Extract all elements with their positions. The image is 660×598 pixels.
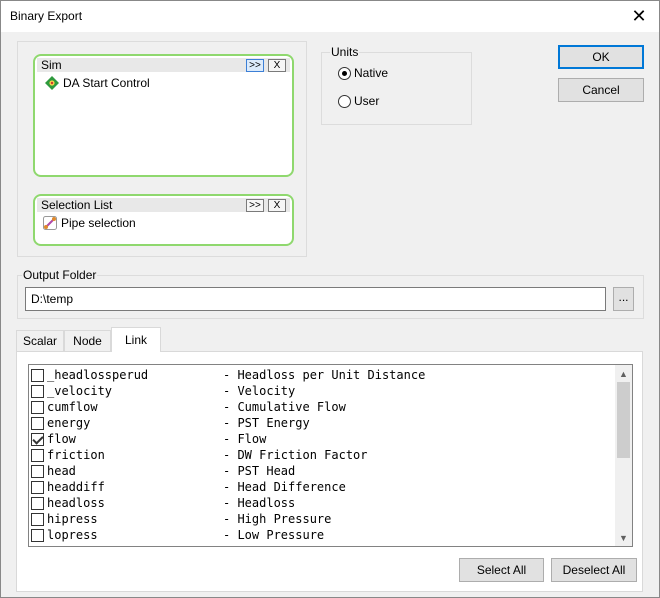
select-all-button[interactable]: Select All [459, 558, 544, 582]
scroll-up-icon[interactable]: ▲ [615, 365, 632, 382]
list-item[interactable]: _velocity - Velocity [31, 383, 295, 399]
field-name: headloss [47, 496, 105, 510]
tab-link[interactable]: Link [111, 327, 161, 352]
link-tab-panel: _headlossperud - Headloss per Unit Distan… [16, 351, 643, 592]
checkbox[interactable] [31, 368, 44, 382]
close-icon[interactable]: ✕ [619, 1, 659, 32]
field-desc: - PST Energy [223, 416, 310, 430]
field-name: head [47, 464, 76, 478]
window-title: Binary Export [10, 9, 83, 23]
field-desc: - Cumulative Flow [223, 400, 346, 414]
selection-list-box[interactable]: Selection List >> X Pipe selection [33, 194, 294, 246]
field-desc: - Head Difference [223, 480, 346, 494]
selection-expand-button[interactable]: >> [246, 199, 264, 212]
list-item[interactable]: headloss - Headloss [31, 495, 295, 511]
scroll-thumb[interactable] [617, 382, 630, 458]
list-item[interactable]: headdiff - Head Difference [31, 479, 346, 495]
checkbox[interactable] [31, 448, 44, 462]
selection-remove-button[interactable]: X [268, 199, 286, 212]
cancel-button[interactable]: Cancel [558, 78, 644, 102]
native-radio-dot[interactable] [338, 66, 351, 80]
field-desc: - Low Pressure [223, 528, 325, 542]
output-folder-label: Output Folder [22, 268, 98, 282]
field-name: hipress [47, 512, 98, 526]
ok-button[interactable]: OK [558, 45, 644, 69]
field-name: flow [47, 432, 76, 446]
sim-remove-button[interactable]: X [268, 59, 286, 72]
native-radio-label: Native [354, 66, 389, 80]
field-name: energy [47, 416, 91, 430]
field-name: _velocity [47, 384, 113, 398]
field-name: cumflow [47, 400, 98, 414]
units-native-radio[interactable]: Native [338, 66, 388, 80]
binary-export-dialog: Binary Export ✕ Sim >> X DA Start Contro… [0, 0, 660, 598]
units-group [321, 52, 472, 125]
selection-item-label: Pipe selection [61, 216, 136, 230]
checkbox[interactable] [31, 496, 44, 510]
checkbox-checked[interactable] [31, 432, 44, 446]
field-name: headdiff [47, 480, 105, 494]
sim-item-label: DA Start Control [63, 76, 150, 90]
field-desc: - DW Friction Factor [223, 448, 368, 462]
deselect-all-button[interactable]: Deselect All [551, 558, 637, 582]
browse-button[interactable]: ... [613, 287, 634, 311]
sim-expand-button[interactable]: >> [246, 59, 264, 72]
sim-item[interactable]: DA Start Control [45, 76, 150, 90]
tab-node[interactable]: Node [64, 330, 111, 351]
field-name: _headlossperud [47, 368, 149, 382]
checkbox[interactable] [31, 528, 44, 542]
list-item[interactable]: lopress - Low Pressure [31, 527, 324, 543]
field-checklist[interactable]: _headlossperud - Headloss per Unit Distan… [28, 364, 633, 547]
list-item[interactable]: energy - PST Energy [31, 415, 310, 431]
field-name: friction [47, 448, 105, 462]
user-radio-dot[interactable] [338, 94, 351, 108]
field-desc: - Velocity [223, 384, 296, 398]
sim-scenario-icon [45, 76, 59, 90]
list-scrollbar[interactable]: ▲ ▼ [615, 365, 632, 546]
list-item[interactable]: friction - DW Friction Factor [31, 447, 368, 463]
tab-link-label: Link [124, 333, 147, 347]
tab-node-label: Node [73, 334, 102, 348]
field-desc: - Headloss [223, 496, 296, 510]
field-name: lopress [47, 528, 98, 542]
field-desc: - PST Head [223, 464, 296, 478]
sim-box[interactable]: Sim >> X DA Start Control [33, 54, 294, 177]
selection-box-title: Selection List [41, 198, 113, 212]
selection-item[interactable]: Pipe selection [43, 216, 136, 230]
checkbox[interactable] [31, 384, 44, 398]
tab-scalar-label: Scalar [22, 334, 57, 348]
units-title: Units [330, 45, 360, 59]
checkbox[interactable] [31, 464, 44, 478]
field-desc: - High Pressure [223, 512, 332, 526]
units-user-radio[interactable]: User [338, 94, 379, 108]
user-radio-label: User [354, 94, 380, 108]
list-item[interactable]: head - PST Head [31, 463, 295, 479]
sim-box-header: Sim >> X [37, 58, 290, 72]
sim-box-title: Sim [41, 58, 62, 72]
title-bar: Binary Export ✕ [1, 1, 659, 32]
scroll-down-icon[interactable]: ▼ [615, 529, 632, 546]
output-folder-input[interactable]: D:\temp [25, 287, 606, 311]
pipe-selection-icon [43, 216, 57, 230]
field-desc: - Headloss per Unit Distance [223, 368, 426, 382]
checkbox[interactable] [31, 416, 44, 430]
checkbox[interactable] [31, 480, 44, 494]
list-item[interactable]: flow - Flow [31, 431, 266, 447]
list-item[interactable]: hipress - High Pressure [31, 511, 331, 527]
tab-scalar[interactable]: Scalar [16, 330, 64, 351]
field-desc: - Flow [223, 432, 267, 446]
selection-box-header: Selection List >> X [37, 198, 290, 212]
checkbox[interactable] [31, 400, 44, 414]
list-item[interactable]: _headlossperud - Headloss per Unit Distan… [31, 367, 425, 383]
checkbox[interactable] [31, 512, 44, 526]
list-item[interactable]: cumflow - Cumulative Flow [31, 399, 346, 415]
